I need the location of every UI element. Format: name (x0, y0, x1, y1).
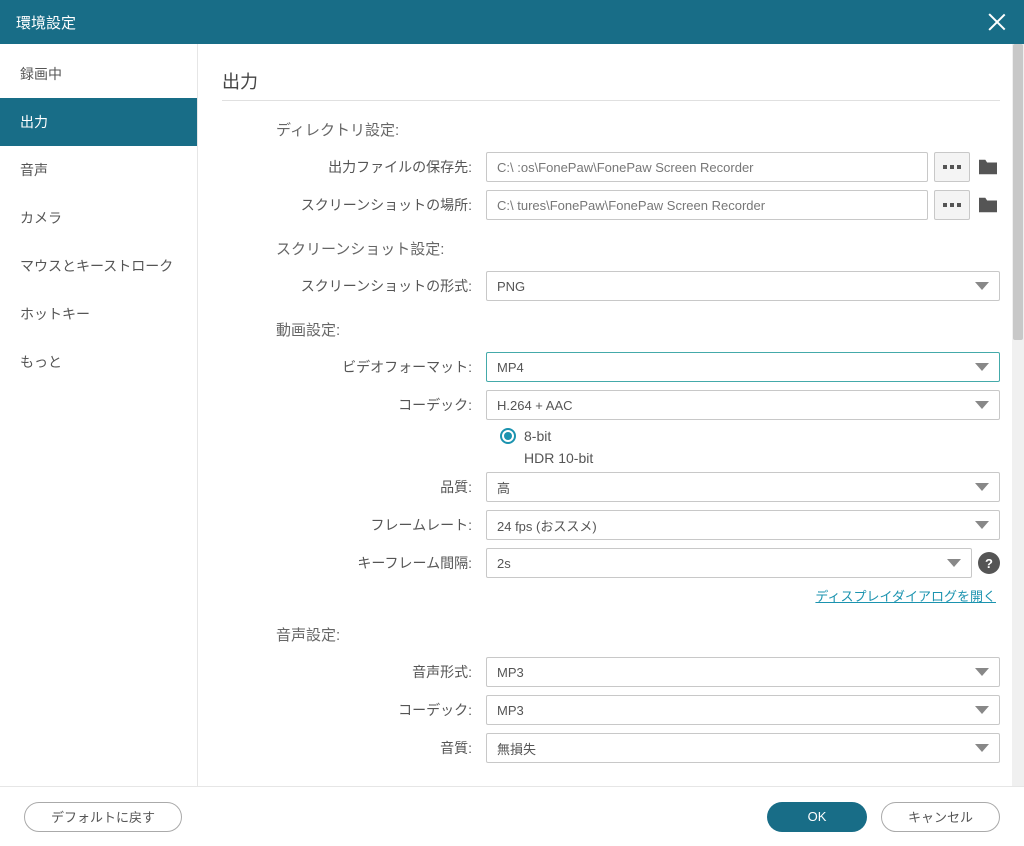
open-folder-output[interactable] (976, 155, 1000, 179)
select-value: MP4 (497, 360, 524, 375)
row-keyframe: キーフレーム間隔: 2s ? (222, 548, 1000, 578)
select-value: 高 (497, 478, 510, 497)
sidebar-item-audio[interactable]: 音声 (0, 146, 197, 194)
label-audio-quality: 音質: (222, 738, 486, 758)
folder-icon (977, 158, 999, 176)
label-audio-codec: コーデック: (222, 700, 486, 720)
select-value: 無損失 (497, 739, 536, 758)
select-screenshot-format[interactable]: PNG (486, 271, 1000, 301)
sidebar-item-label: ホットキー (20, 306, 90, 322)
row-video-format: ビデオフォーマット: MP4 (222, 352, 1000, 382)
section-title-video: 動画設定: (276, 319, 1000, 340)
help-icon[interactable]: ? (978, 552, 1000, 574)
reset-defaults-button[interactable]: デフォルトに戻す (24, 802, 182, 832)
sidebar-item-label: カメラ (20, 210, 62, 226)
label-framerate: フレームレート: (222, 515, 486, 535)
radio-8bit[interactable]: 8-bit (500, 428, 1000, 444)
sidebar-item-label: マウスとキーストローク (20, 258, 173, 274)
scrollbar-thumb[interactable] (1013, 44, 1023, 340)
sidebar: 録画中 出力 音声 カメラ マウスとキーストローク ホットキー もっと (0, 44, 198, 786)
radio-label: HDR 10-bit (524, 450, 593, 466)
chevron-down-icon (975, 744, 989, 752)
sidebar-item-label: 出力 (20, 114, 48, 130)
sidebar-item-camera[interactable]: カメラ (0, 194, 197, 242)
section-title-screenshot: スクリーンショット設定: (276, 238, 1000, 259)
section-title-directory: ディレクトリ設定: (276, 119, 1000, 140)
chevron-down-icon (975, 363, 989, 371)
select-value: PNG (497, 279, 525, 294)
ok-button[interactable]: OK (767, 802, 867, 832)
select-video-format[interactable]: MP4 (486, 352, 1000, 382)
select-value: MP3 (497, 703, 524, 718)
chevron-down-icon (975, 521, 989, 529)
select-audio-codec[interactable]: MP3 (486, 695, 1000, 725)
row-framerate: フレームレート: 24 fps (おススメ) (222, 510, 1000, 540)
label-video-format: ビデオフォーマット: (222, 357, 486, 377)
label-video-quality: 品質: (222, 477, 486, 497)
sidebar-item-recording[interactable]: 録画中 (0, 50, 197, 98)
row-video-codec: コーデック: H.264 + AAC (222, 390, 1000, 420)
chevron-down-icon (947, 559, 961, 567)
ellipsis-icon (943, 203, 961, 207)
select-keyframe[interactable]: 2s (486, 548, 972, 578)
sidebar-item-label: 録画中 (20, 66, 62, 82)
window-title: 環境設定 (16, 12, 76, 33)
link-row: ディスプレイダイアログを開く (222, 586, 996, 606)
chevron-down-icon (975, 668, 989, 676)
sidebar-item-label: 音声 (20, 162, 48, 178)
row-audio-codec: コーデック: MP3 (222, 695, 1000, 725)
chevron-down-icon (975, 483, 989, 491)
select-framerate[interactable]: 24 fps (おススメ) (486, 510, 1000, 540)
content-panel: 出力 ディレクトリ設定: 出力ファイルの保存先: C:\ :os\FonePaw… (198, 44, 1024, 786)
input-screenshot-path[interactable]: C:\ tures\FonePaw\FonePaw Screen Recorde… (486, 190, 928, 220)
label-screenshot-format: スクリーンショットの形式: (222, 276, 486, 296)
select-value: 2s (497, 556, 511, 571)
label-keyframe: キーフレーム間隔: (222, 553, 486, 573)
input-output-path[interactable]: C:\ :os\FonePaw\FonePaw Screen Recorder (486, 152, 928, 182)
label-video-codec: コーデック: (222, 395, 486, 415)
folder-icon (977, 196, 999, 214)
chevron-down-icon (975, 401, 989, 409)
row-output-path: 出力ファイルの保存先: C:\ :os\FonePaw\FonePaw Scre… (222, 152, 1000, 182)
radio-hdr10bit[interactable]: HDR 10-bit (500, 450, 1000, 466)
section-title-audio: 音声設定: (276, 624, 1000, 645)
select-value: 24 fps (おススメ) (497, 516, 597, 535)
row-screenshot-path: スクリーンショットの場所: C:\ tures\FonePaw\FonePaw … (222, 190, 1000, 220)
row-audio-quality: 音質: 無損失 (222, 733, 1000, 763)
radio-label: 8-bit (524, 428, 551, 444)
radio-icon (500, 428, 516, 444)
label-output-path: 出力ファイルの保存先: (222, 157, 486, 177)
select-audio-quality[interactable]: 無損失 (486, 733, 1000, 763)
browse-button-screenshot[interactable] (934, 190, 970, 220)
close-icon[interactable] (986, 11, 1008, 33)
label-screenshot-path: スクリーンショットの場所: (222, 195, 486, 215)
sidebar-item-output[interactable]: 出力 (0, 98, 197, 146)
select-audio-format[interactable]: MP3 (486, 657, 1000, 687)
sidebar-item-hotkey[interactable]: ホットキー (0, 290, 197, 338)
chevron-down-icon (975, 282, 989, 290)
open-display-dialog-link[interactable]: ディスプレイダイアログを開く (815, 589, 996, 604)
select-value: MP3 (497, 665, 524, 680)
chevron-down-icon (975, 706, 989, 714)
select-video-quality[interactable]: 高 (486, 472, 1000, 502)
open-folder-screenshot[interactable] (976, 193, 1000, 217)
footer: デフォルトに戻す OK キャンセル (0, 786, 1024, 846)
ellipsis-icon (943, 165, 961, 169)
page-title: 出力 (222, 68, 1000, 101)
sidebar-item-label: もっと (20, 354, 62, 370)
cancel-button[interactable]: キャンセル (881, 802, 1000, 832)
titlebar: 環境設定 (0, 0, 1024, 44)
sidebar-item-mouse-keystroke[interactable]: マウスとキーストローク (0, 242, 197, 290)
select-video-codec[interactable]: H.264 + AAC (486, 390, 1000, 420)
row-screenshot-format: スクリーンショットの形式: PNG (222, 271, 1000, 301)
select-value: H.264 + AAC (497, 398, 573, 413)
row-video-quality: 品質: 高 (222, 472, 1000, 502)
label-audio-format: 音声形式: (222, 662, 486, 682)
sidebar-item-more[interactable]: もっと (0, 338, 197, 386)
browse-button-output[interactable] (934, 152, 970, 182)
row-audio-format: 音声形式: MP3 (222, 657, 1000, 687)
